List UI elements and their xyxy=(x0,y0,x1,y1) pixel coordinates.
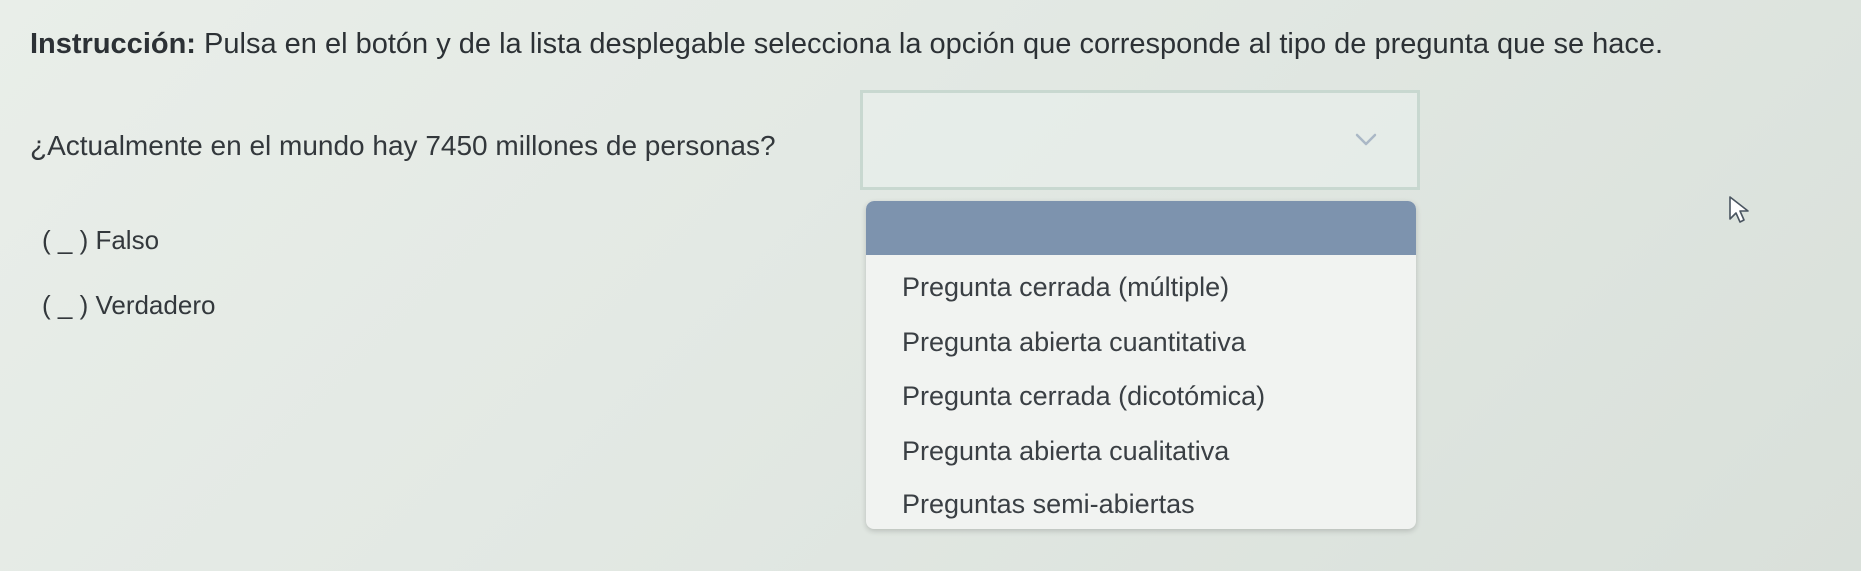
instruction-body: Pulsa en el botón y de la lista desplega… xyxy=(195,28,1664,60)
dropdown-list: Pregunta cerrada (múltiple) Pregunta abi… xyxy=(866,201,1416,529)
dropdown-highlighted-option[interactable] xyxy=(866,201,1416,255)
instruction-text: Instrucción: Pulsa en el botón y de la l… xyxy=(30,28,1663,61)
chevron-down-icon[interactable] xyxy=(1355,133,1377,147)
option-verdadero: ( _ ) Verdadero xyxy=(42,290,216,320)
dropdown-option-abierta-cuantitativa[interactable]: Pregunta abierta cuantitativa xyxy=(902,327,1246,358)
dropdown-option-abierta-cualitativa[interactable]: Pregunta abierta cualitativa xyxy=(902,436,1229,467)
dropdown-option-cerrada-multiple[interactable]: Pregunta cerrada (múltiple) xyxy=(902,272,1229,303)
question-type-select[interactable] xyxy=(860,90,1420,190)
dropdown-option-cerrada-dicotomica[interactable]: Pregunta cerrada (dicotómica) xyxy=(902,381,1265,412)
option-falso: ( _ ) Falso xyxy=(42,225,160,255)
mouse-pointer-icon xyxy=(1729,196,1749,223)
question-text: ¿Actualmente en el mundo hay 7450 millon… xyxy=(30,130,776,161)
dropdown-option-semi-abiertas[interactable]: Preguntas semi-abiertas xyxy=(902,489,1195,520)
instruction-label: Instrucción: xyxy=(30,28,196,60)
